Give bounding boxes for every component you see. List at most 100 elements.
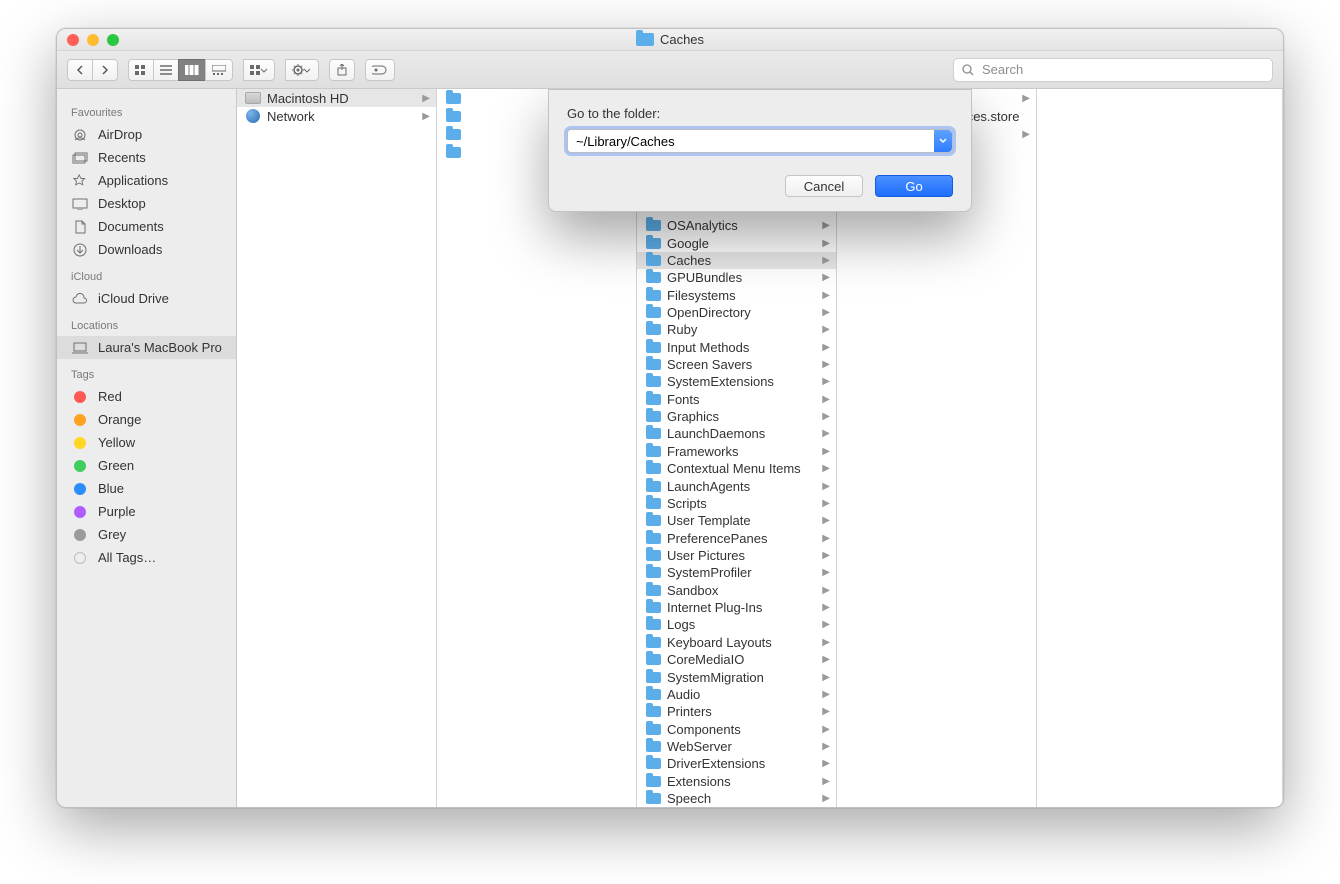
folder-icon <box>645 654 661 666</box>
sidebar-item-airdrop[interactable]: AirDrop <box>57 123 236 146</box>
item-label: Contextual Menu Items <box>667 461 816 476</box>
disk-icon <box>245 92 261 104</box>
list-item[interactable]: LaunchDaemons▶ <box>637 425 836 442</box>
list-item[interactable]: Audio▶ <box>637 686 836 703</box>
list-item[interactable]: Keyboard Layouts▶ <box>637 634 836 651</box>
list-item[interactable]: Printers▶ <box>637 703 836 720</box>
sidebar-item-label: Downloads <box>98 242 162 257</box>
sidebar-item-documents[interactable]: Documents <box>57 215 236 238</box>
sidebar-item-desktop[interactable]: Desktop <box>57 192 236 215</box>
list-item[interactable]: Frameworks▶ <box>637 443 836 460</box>
search-field[interactable] <box>953 58 1273 82</box>
tags-button[interactable] <box>365 59 395 81</box>
tag-dot-icon <box>71 528 89 542</box>
view-gallery-button[interactable] <box>205 59 233 81</box>
view-columns-button[interactable] <box>178 59 206 81</box>
folder-icon <box>645 706 661 718</box>
item-label: Keyboard Layouts <box>667 635 816 650</box>
folder-path-combobox[interactable] <box>567 129 953 153</box>
sidebar-item-grey[interactable]: Grey <box>57 523 236 546</box>
sidebar-item-blue[interactable]: Blue <box>57 477 236 500</box>
sidebar-item-yellow[interactable]: Yellow <box>57 431 236 454</box>
folder-icon <box>645 636 661 648</box>
list-item[interactable]: PreferencePanes▶ <box>637 529 836 546</box>
list-item[interactable]: Scripts▶ <box>637 495 836 512</box>
folder-icon <box>645 497 661 509</box>
list-item[interactable]: SystemMigration▶ <box>637 668 836 685</box>
forward-button[interactable] <box>92 59 118 81</box>
list-item[interactable]: Speech▶ <box>637 790 836 807</box>
list-item[interactable]: Extensions▶ <box>637 773 836 790</box>
column-5[interactable] <box>1037 89 1283 807</box>
list-item[interactable]: Ruby▶ <box>637 321 836 338</box>
sidebar-item-red[interactable]: Red <box>57 385 236 408</box>
minimize-window-button[interactable] <box>87 34 99 46</box>
list-item[interactable]: Graphics▶ <box>637 408 836 425</box>
list-item[interactable]: Contextual Menu Items▶ <box>637 460 836 477</box>
list-item[interactable]: Network▶ <box>237 107 436 125</box>
sidebar-item-recents[interactable]: Recents <box>57 146 236 169</box>
list-item[interactable]: SystemExtensions▶ <box>637 373 836 390</box>
combobox-dropdown-button[interactable] <box>934 130 952 152</box>
chevron-right-icon: ▶ <box>422 111 430 122</box>
list-item[interactable]: WebServer▶ <box>637 738 836 755</box>
back-button[interactable] <box>67 59 93 81</box>
sidebar-item-label: Desktop <box>98 196 146 211</box>
folder-icon <box>645 324 661 336</box>
folder-icon <box>636 33 654 46</box>
group-by-button[interactable] <box>243 59 275 81</box>
list-item[interactable]: DriverExtensions▶ <box>637 755 836 772</box>
list-item[interactable]: LaunchAgents▶ <box>637 477 836 494</box>
list-item[interactable]: User Template▶ <box>637 512 836 529</box>
go-button[interactable]: Go <box>875 175 953 197</box>
list-item[interactable]: GPUBundles▶ <box>637 269 836 286</box>
list-item[interactable]: Input Methods▶ <box>637 339 836 356</box>
list-item[interactable]: Sandbox▶ <box>637 582 836 599</box>
action-button[interactable] <box>285 59 319 81</box>
item-label: OSAnalytics <box>667 218 816 233</box>
sidebar-item-laura-s-macbook-pro[interactable]: Laura's MacBook Pro <box>57 336 236 359</box>
list-item[interactable]: OpenDirectory▶ <box>637 304 836 321</box>
list-item[interactable]: Internet Plug-Ins▶ <box>637 599 836 616</box>
view-buttons <box>128 59 233 81</box>
desktop-icon <box>71 197 89 211</box>
sidebar-item-orange[interactable]: Orange <box>57 408 236 431</box>
list-item[interactable]: Macintosh HD▶ <box>237 89 436 107</box>
sidebar-item-icloud-drive[interactable]: iCloud Drive <box>57 287 236 310</box>
sidebar-item-applications[interactable]: Applications <box>57 169 236 192</box>
chevron-right-icon: ▶ <box>822 272 830 283</box>
chevron-right-icon: ▶ <box>822 220 830 231</box>
folder-path-input[interactable] <box>568 134 934 149</box>
item-label: LaunchAgents <box>667 479 816 494</box>
cancel-button[interactable]: Cancel <box>785 175 863 197</box>
list-item[interactable]: Fonts▶ <box>637 391 836 408</box>
column-1[interactable]: Macintosh HD▶Network▶ <box>237 89 437 807</box>
close-window-button[interactable] <box>67 34 79 46</box>
list-item[interactable]: Logs▶ <box>637 616 836 633</box>
list-item[interactable]: Components▶ <box>637 720 836 737</box>
sidebar-item-green[interactable]: Green <box>57 454 236 477</box>
tag-dot-icon <box>71 413 89 427</box>
sidebar-item-label: Red <box>98 389 122 404</box>
view-icons-button[interactable] <box>128 59 154 81</box>
list-item[interactable]: Filesystems▶ <box>637 286 836 303</box>
share-button[interactable] <box>329 59 355 81</box>
sidebar-item-downloads[interactable]: Downloads <box>57 238 236 261</box>
list-item[interactable]: Screen Savers▶ <box>637 356 836 373</box>
view-list-button[interactable] <box>153 59 179 81</box>
folder-icon <box>645 289 661 301</box>
folder-icon <box>645 671 661 683</box>
list-item[interactable]: CoreMediaIO▶ <box>637 651 836 668</box>
list-item[interactable]: OSAnalytics ▶ <box>637 217 836 234</box>
list-item[interactable]: Google▶ <box>637 234 836 251</box>
chevron-right-icon: ▶ <box>822 307 830 318</box>
list-item[interactable]: User Pictures▶ <box>637 547 836 564</box>
search-input[interactable] <box>980 61 1264 78</box>
chevron-right-icon: ▶ <box>822 567 830 578</box>
sidebar-item-purple[interactable]: Purple <box>57 500 236 523</box>
zoom-window-button[interactable] <box>107 34 119 46</box>
list-item[interactable]: SystemProfiler▶ <box>637 564 836 581</box>
list-item[interactable]: Caches▶ <box>637 252 836 269</box>
folder-icon <box>645 393 661 405</box>
sidebar-item-all-tags-[interactable]: All Tags… <box>57 546 236 569</box>
